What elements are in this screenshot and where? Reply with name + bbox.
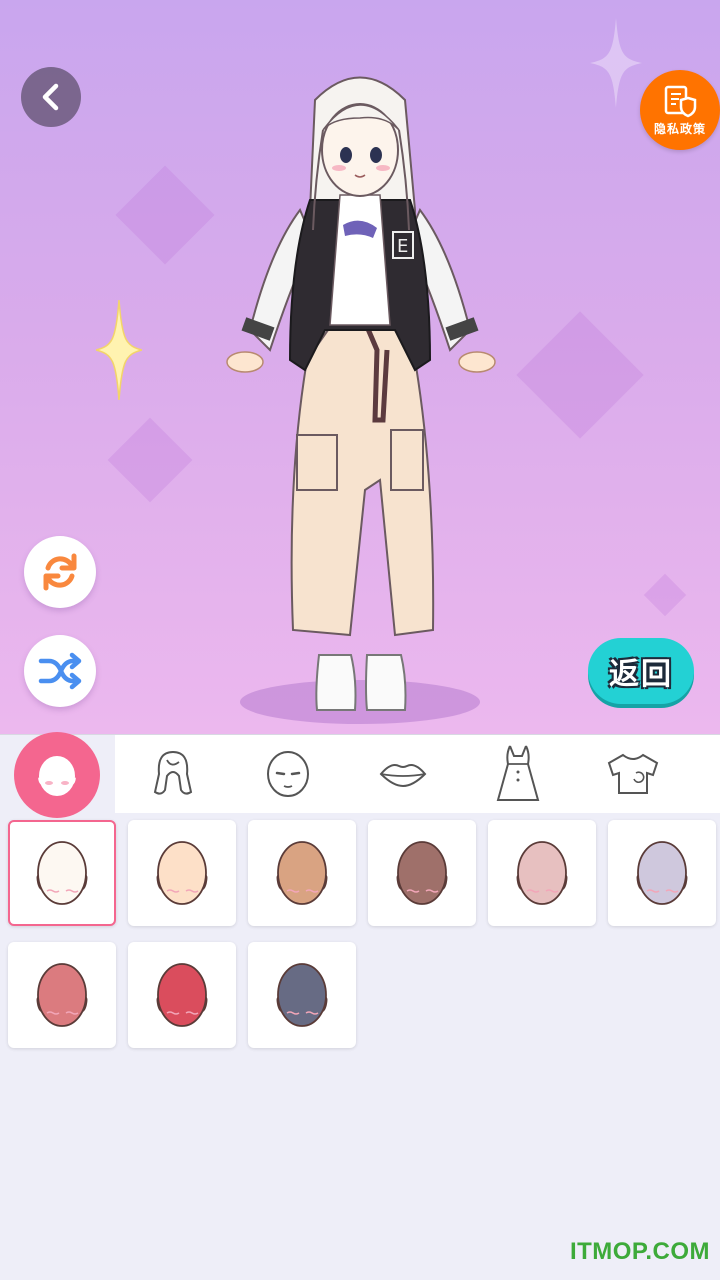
watermark: ITMOP.COM (569, 1238, 710, 1265)
head-silhouette-icon (156, 841, 208, 905)
skin-color-swatch[interactable] (128, 942, 236, 1048)
head-silhouette-icon (36, 963, 88, 1027)
background-diamond (516, 311, 644, 439)
sparkle-icon (590, 18, 642, 108)
shuffle-icon (38, 652, 82, 690)
background-diamond (115, 165, 215, 265)
return-button[interactable]: 返回 (588, 638, 694, 704)
avatar-stage: E 隐私政策 返回 (0, 0, 720, 734)
head-silhouette-icon (156, 963, 208, 1027)
background-diamond (107, 417, 193, 503)
shirt-icon (607, 753, 658, 794)
svg-text:E: E (397, 236, 408, 257)
back-button[interactable] (21, 67, 81, 127)
sparkle-icon (96, 300, 142, 400)
category-tab-bar (0, 734, 720, 813)
skin-color-swatch[interactable] (248, 820, 356, 926)
face-features-icon (266, 751, 309, 797)
shuffle-button[interactable] (24, 635, 96, 707)
avatar-character: E (226, 76, 496, 711)
rotate-button[interactable] (24, 536, 96, 608)
face-skin-icon (38, 756, 76, 796)
tab-dress[interactable] (460, 735, 575, 813)
privacy-policy-label: 隐私政策 (653, 121, 706, 136)
skin-color-swatch[interactable] (128, 820, 236, 926)
skin-color-swatch[interactable] (488, 820, 596, 926)
background-diamond (643, 573, 687, 617)
chevron-left-icon (42, 83, 59, 111)
skin-color-swatch[interactable] (8, 820, 116, 926)
head-silhouette-icon (516, 841, 568, 905)
tab-hair[interactable] (115, 735, 230, 813)
head-silhouette-icon (636, 841, 688, 905)
skin-color-swatch[interactable] (8, 942, 116, 1048)
return-button-label: 返回 (609, 657, 673, 692)
head-silhouette-icon (276, 841, 328, 905)
privacy-policy-button[interactable]: 隐私政策 (640, 70, 720, 150)
tab-skin[interactable] (14, 732, 100, 818)
skin-color-swatch[interactable] (608, 820, 716, 926)
tab-top[interactable] (575, 735, 690, 813)
head-silhouette-icon (36, 841, 88, 905)
head-silhouette-icon (396, 841, 448, 905)
head-silhouette-icon (276, 963, 328, 1027)
refresh-icon (43, 553, 77, 591)
dress-icon (496, 745, 539, 801)
hair-icon (153, 750, 192, 795)
skin-color-swatch[interactable] (368, 820, 476, 926)
skin-color-swatch[interactable] (248, 942, 356, 1048)
document-shield-icon (664, 85, 697, 117)
lips-icon (379, 764, 426, 788)
tab-face[interactable] (230, 735, 345, 813)
tab-lips[interactable] (345, 735, 460, 813)
